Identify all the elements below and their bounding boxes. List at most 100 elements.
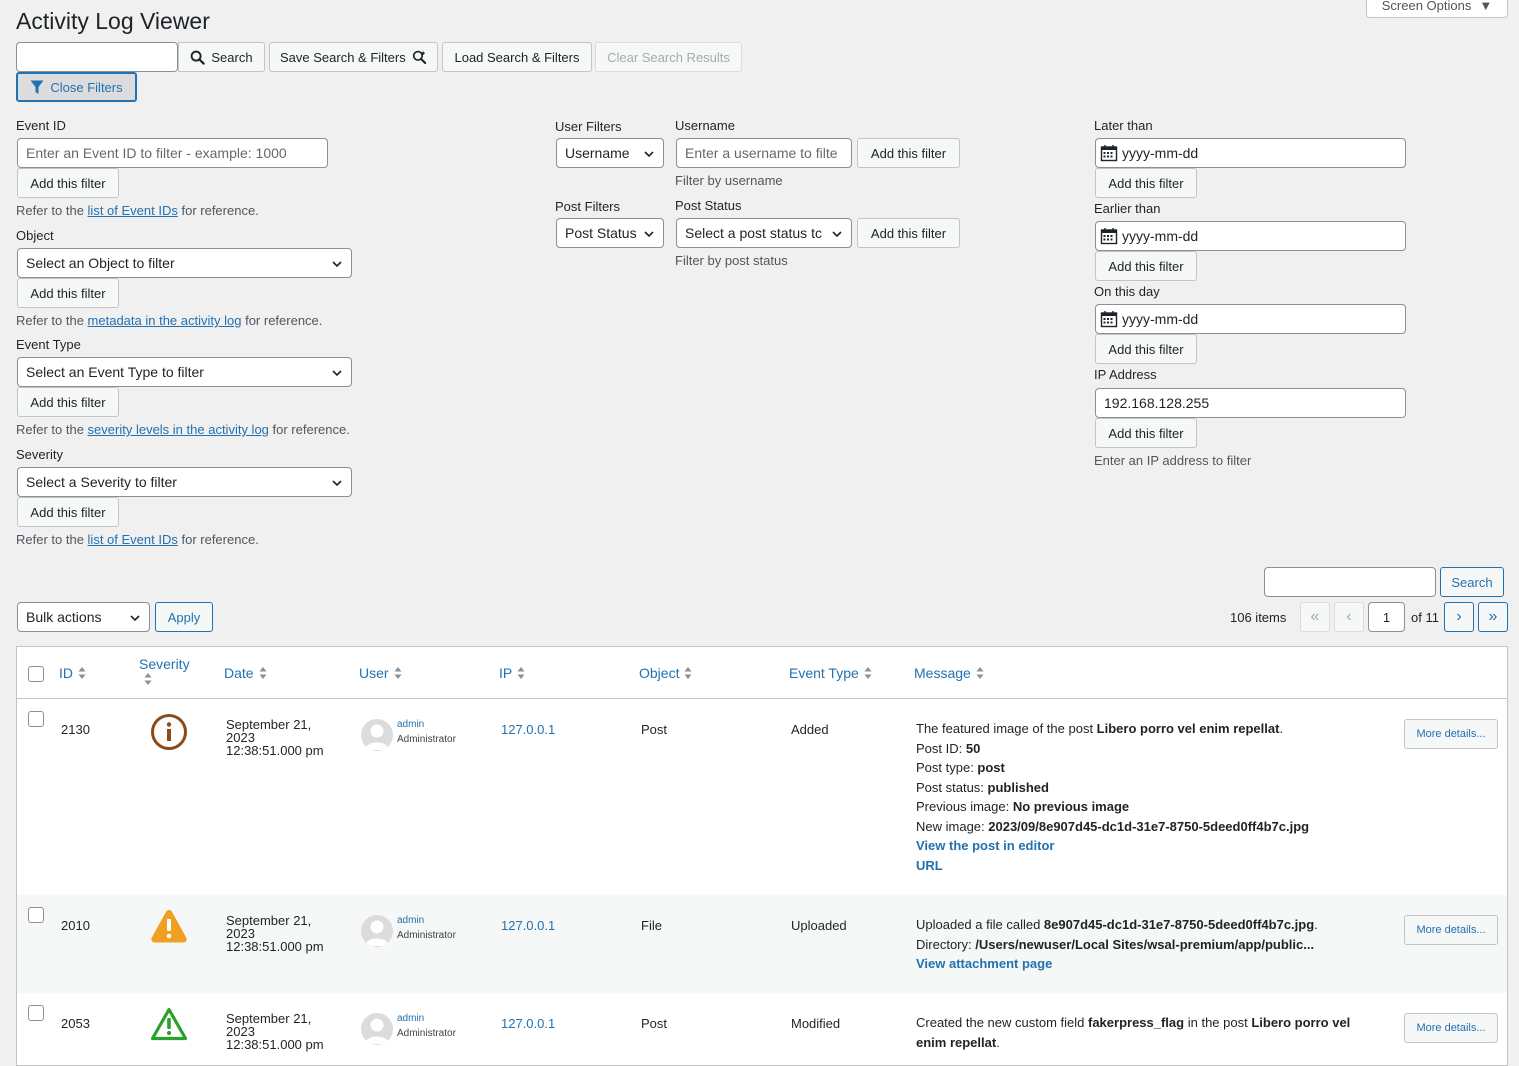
ip-link[interactable]: 127.0.0.1 [501, 918, 555, 933]
add-event-id-filter-button[interactable]: Add this filter [17, 168, 119, 198]
add-on-this-day-filter-button[interactable]: Add this filter [1095, 334, 1197, 364]
event-id-reference: Refer to the list of Event IDs for refer… [16, 203, 259, 218]
ref-text: for reference. [177, 532, 259, 547]
save-search-button[interactable]: Save Search & Filters [269, 42, 438, 72]
event-id-input[interactable]: Enter an Event ID to filter - example: 1… [17, 138, 328, 168]
load-search-button[interactable]: Load Search & Filters [442, 42, 592, 72]
add-post-status-filter-button[interactable]: Add this filter [857, 218, 960, 248]
view-attachment-page-link[interactable]: View attachment page [916, 954, 1318, 974]
event-ids-link[interactable]: list of Event IDs [88, 532, 178, 547]
apply-button[interactable]: Apply [155, 602, 213, 632]
chevron-down-icon [332, 370, 342, 377]
user-name-link[interactable]: admin [397, 915, 424, 926]
row-checkbox[interactable] [28, 1005, 44, 1021]
msg-text: Post status: [916, 779, 988, 795]
row-object: Post [641, 722, 668, 737]
post-status-select[interactable]: Select a post status tc [676, 218, 852, 248]
view-post-in-editor-link[interactable]: View the post in editor [916, 836, 1309, 856]
ref-text: Refer to the [16, 422, 88, 437]
chevron-down-icon [332, 261, 342, 268]
add-later-than-filter-button[interactable]: Add this filter [1095, 168, 1197, 198]
more-details-button[interactable]: More details... [1404, 1013, 1498, 1043]
event-id-placeholder: Enter an Event ID to filter - example: 1… [26, 145, 287, 161]
later-than-date-input[interactable]: yyyy-mm-dd [1095, 138, 1406, 168]
column-object[interactable]: Object [639, 665, 692, 681]
add-object-filter-button[interactable]: Add this filter [17, 278, 119, 308]
on-this-day-date-input[interactable]: yyyy-mm-dd [1095, 304, 1406, 334]
ip-address-input[interactable]: 192.168.128.255 [1095, 388, 1406, 418]
row-date: September 21, 2023 12:38:51.000 pm [226, 1012, 324, 1051]
ip-link[interactable]: 127.0.0.1 [501, 722, 555, 737]
calendar-icon [1100, 145, 1118, 162]
list-search-button[interactable]: Search [1440, 567, 1504, 597]
object-select-value: Select an Object to filter [26, 255, 175, 271]
msg-bold: 50 [965, 740, 981, 756]
search-input[interactable] [16, 42, 178, 72]
post-filter-type-select[interactable]: Post Status [556, 218, 664, 248]
clear-search-button[interactable]: Clear Search Results [595, 42, 742, 72]
chevron-down-icon [832, 231, 842, 238]
column-message-label: Message [914, 665, 971, 681]
last-page-button[interactable]: » [1478, 602, 1508, 632]
msg-text: Post ID: [916, 740, 966, 756]
avatar [361, 1013, 393, 1045]
bulk-actions-value: Bulk actions [26, 609, 102, 625]
add-event-type-filter-button[interactable]: Add this filter [17, 387, 119, 417]
username-input[interactable]: Enter a username to filte [676, 138, 852, 168]
user-filter-type-select[interactable]: Username [556, 138, 664, 168]
row-id: 2010 [61, 918, 90, 933]
column-message[interactable]: Message [914, 665, 984, 681]
column-event-type[interactable]: Event Type [789, 665, 872, 681]
column-date-label: Date [224, 665, 254, 681]
ip-address-hint: Enter an IP address to filter [1094, 453, 1252, 468]
user-name-link[interactable]: admin [397, 1013, 424, 1024]
user-name-link[interactable]: admin [397, 719, 424, 730]
row-checkbox[interactable] [28, 907, 44, 923]
object-select[interactable]: Select an Object to filter [17, 248, 352, 278]
first-page-button[interactable]: « [1300, 602, 1330, 632]
earlier-than-placeholder: yyyy-mm-dd [1122, 228, 1199, 244]
msg-bold: 8e907d45-dc1d-31e7-8750-5deed0ff4b7c.jpg [1043, 917, 1315, 932]
column-user[interactable]: User [359, 665, 402, 681]
metadata-link[interactable]: metadata in the activity log [88, 313, 242, 328]
msg-text: Previous image: [916, 799, 1013, 814]
column-event-type-label: Event Type [789, 665, 859, 681]
sort-icon [976, 667, 984, 679]
next-page-button[interactable]: › [1444, 602, 1474, 632]
earlier-than-date-input[interactable]: yyyy-mm-dd [1095, 221, 1406, 251]
add-severity-filter-button[interactable]: Add this filter [17, 497, 119, 527]
event-type-select-value: Select an Event Type to filter [26, 364, 204, 380]
ref-text: Refer to the [16, 203, 88, 218]
add-ip-filter-button[interactable]: Add this filter [1095, 418, 1197, 448]
select-all-checkbox[interactable] [28, 666, 44, 682]
column-severity[interactable]: Severity [139, 656, 190, 686]
sort-icon [259, 667, 267, 679]
severity-select[interactable]: Select a Severity to filter [17, 467, 352, 497]
event-type-select[interactable]: Select an Event Type to filter [17, 357, 352, 387]
sort-icon [864, 667, 872, 679]
close-filters-button[interactable]: Close Filters [16, 72, 137, 102]
more-details-button[interactable]: More details... [1404, 719, 1498, 749]
add-earlier-than-filter-button[interactable]: Add this filter [1095, 251, 1197, 281]
column-date[interactable]: Date [224, 665, 267, 681]
list-search-input[interactable] [1264, 567, 1436, 597]
prev-page-button[interactable]: ‹ [1334, 602, 1364, 632]
event-ids-link[interactable]: list of Event IDs [88, 203, 178, 218]
msg-text: Created the new custom field [916, 1015, 1088, 1030]
later-than-label: Later than [1094, 118, 1153, 133]
row-checkbox[interactable] [28, 711, 44, 727]
items-count: 106 items [1230, 610, 1287, 625]
url-link[interactable]: URL [916, 856, 1309, 876]
column-id[interactable]: ID [59, 665, 86, 681]
ip-link[interactable]: 127.0.0.1 [501, 1016, 555, 1031]
more-details-button[interactable]: More details... [1404, 915, 1498, 945]
column-ip[interactable]: IP [499, 665, 525, 681]
current-page-input[interactable]: 1 [1368, 602, 1405, 632]
username-label: Username [675, 118, 735, 133]
add-username-filter-button[interactable]: Add this filter [857, 138, 960, 168]
user-role: Administrator [397, 734, 456, 745]
search-button[interactable]: Search [178, 42, 265, 72]
screen-options-button[interactable]: Screen Options ▼ [1366, 0, 1508, 18]
bulk-actions-select[interactable]: Bulk actions [17, 602, 150, 632]
severity-levels-link[interactable]: severity levels in the activity log [88, 422, 269, 437]
